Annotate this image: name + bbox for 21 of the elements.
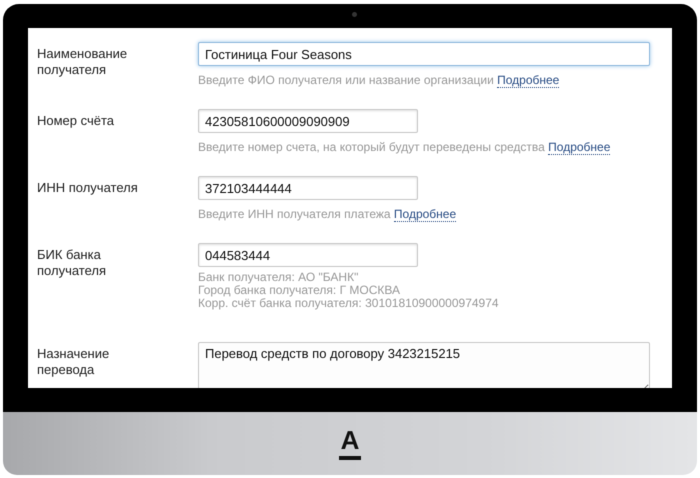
input-field[interactable]: 044583444	[198, 243, 418, 267]
hint-text: Введите номер счета, на который будут переведены средства Подробнее	[198, 140, 610, 154]
more-link[interactable]: Подробнее	[394, 207, 456, 222]
camera-icon	[352, 12, 357, 17]
input-field[interactable]: 42305810600009090909	[198, 109, 418, 133]
field-label: Номер счёта	[37, 112, 116, 130]
field-label: Назначение перевода	[37, 345, 110, 379]
field-label: БИК банка получателя	[37, 246, 108, 280]
more-link[interactable]: Подробнее	[548, 140, 610, 155]
input-field[interactable]: 372103444444	[198, 176, 418, 200]
input-field[interactable]: Гостиница Four Seasons	[198, 42, 650, 66]
bank-info-text: Корр. счёт банка получателя: 30101810900000974974	[198, 297, 499, 310]
field-label: ИНН получателя	[37, 179, 139, 197]
logo: А	[339, 428, 361, 460]
field-label: Наименование получателя	[37, 45, 128, 79]
hint-text: Введите ИНН получателя платежа Подробнее	[198, 207, 456, 221]
more-link[interactable]: Подробнее	[497, 73, 560, 88]
bank-info-text: Банк получателя: АО "БАНК"	[198, 271, 360, 284]
hint-text: Введите ФИО получателя или название организации Подробнее	[198, 73, 560, 87]
bank-info-text: Город банка получателя: Г МОСКВА	[198, 284, 402, 297]
input-field[interactable]: Перевод средств по договору 3423215215	[198, 342, 650, 388]
